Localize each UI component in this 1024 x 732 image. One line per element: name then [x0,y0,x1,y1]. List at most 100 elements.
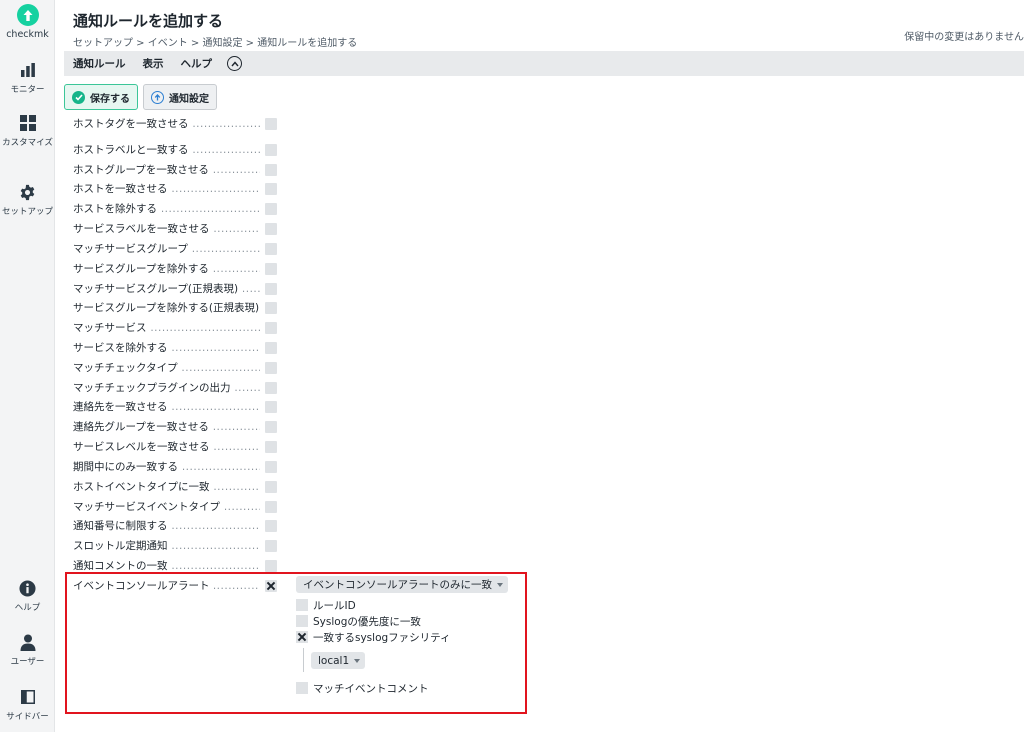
syslog-facility-value: local1 [318,654,350,667]
form-row-checkbox[interactable] [265,540,277,553]
sidebar-item-customize[interactable]: カスタマイズ [0,113,55,149]
form-row-checkbox[interactable] [265,480,277,493]
form-row-label: 期間中にのみ一致する .............................… [73,460,260,473]
form-row: サービスラベルを一致させる ..........................… [64,219,534,239]
notification-settings-label: 通知設定 [169,93,209,105]
form-row-checkbox[interactable] [265,381,277,394]
form-row: マッチサービスグループ ............................… [64,239,534,259]
syslog-facility-checkbox[interactable] [296,631,308,643]
form-row: ホストラベルと一致する ............................… [64,140,534,160]
form-row-checkbox[interactable] [265,361,277,374]
up-arrow-icon [151,90,164,104]
toolbar: 保存する 通知設定 [64,83,222,111]
form-row: ホストグループを一致させる ..........................… [64,160,534,180]
match-event-comment-checkbox[interactable] [296,682,308,694]
form-row-checkbox[interactable] [265,460,277,473]
form-row-label: 通知番号に制限する ..............................… [73,520,260,533]
syslog-facility-select[interactable]: local1 [311,652,366,669]
form-row-checkbox[interactable] [265,401,277,414]
form-row: サービスグループを除外する(正規表現) ....................… [64,298,534,318]
form-row-label: マッチサービスグループ ............................… [73,242,260,255]
form-row-checkbox[interactable] [265,441,277,454]
save-button[interactable]: 保存する [64,84,138,110]
sidebar-item-toggle[interactable]: サイドバー [0,687,55,723]
event-console-checkbox[interactable] [265,580,277,592]
form-row-label: 連絡先グループを一致させる ..........................… [73,421,260,434]
form-row-checkbox[interactable] [265,560,277,573]
event-console-mode-value: イベントコンソールアラートのみに一致 [303,579,492,591]
option-match-event-comment[interactable]: マッチイベントコメント [296,680,429,696]
option-label: ルールID [313,599,356,612]
form-row-label: ホストイベントタイプに一致 ..........................… [73,480,260,493]
grid-icon [0,113,55,133]
form-row-checkbox[interactable] [265,520,277,533]
form-row-checkbox[interactable] [265,282,277,295]
sidebar-item-setup[interactable]: セットアップ [0,182,55,218]
form-row-label: ホストラベルと一致する ............................… [73,143,260,156]
sidebar-toggle-icon [0,687,55,707]
notification-settings-button[interactable]: 通知設定 [143,84,217,110]
menu-notification-rule[interactable]: 通知ルール [73,56,126,71]
save-button-label: 保存する [90,93,130,105]
event-console-mode-select[interactable]: イベントコンソールアラートのみに一致 [296,576,508,593]
sidebar-item-label: ユーザー [10,657,45,667]
form-row-label: マッチサービスグループ(正規表現) ......................… [73,282,260,295]
form-row-checkbox[interactable] [265,421,277,434]
form-row: 通知コメントの一致 ..............................… [64,556,534,576]
form-row-label: マッチサービス ................................… [73,322,260,335]
form-row-checkbox[interactable] [265,118,277,130]
form-row-label: イベントコンソールアラート ..........................… [73,580,260,592]
menu-help[interactable]: ヘルプ [181,56,213,71]
form-row-label: スロットル定期通知 ..............................… [73,540,260,553]
pending-changes-status[interactable]: 保留中の変更はありません [904,28,1024,43]
form-row-label: サービスラベルを一致させる ..........................… [73,223,260,236]
form-row-label: サービスレベルを一致させる ..........................… [73,441,260,454]
page-header: 通知ルールを追加する セットアップ > イベント > 通知設定 > 通知ルールを… [55,0,1024,50]
form-row-label: サービスを除外する ..............................… [73,342,260,355]
collapse-menu-button[interactable] [227,56,242,71]
form-row-checkbox[interactable] [265,143,277,156]
form-row-label: サービスグループを除外する ..........................… [73,262,260,275]
checkmk-logo[interactable]: checkmk [0,4,55,40]
form-row: マッチサービスイベントタイプ .........................… [64,497,534,517]
form-row-checkbox[interactable] [265,500,277,513]
form-row-checkbox[interactable] [265,223,277,236]
sidebar-item-user[interactable]: ユーザー [0,632,55,668]
form-row: ホストを一致させる ..............................… [64,179,534,199]
form-row: 連絡先を一致させる ..............................… [64,397,534,417]
form-row: サービスレベルを一致させる ..........................… [64,437,534,457]
sidebar-item-monitor[interactable]: モニター [0,60,55,96]
option-rule-id[interactable]: ルールID [296,597,356,613]
form-row-checkbox[interactable] [265,203,277,216]
form-row-label: マッチサービスイベントタイプ .........................… [73,500,260,513]
form-row-checkbox[interactable] [265,302,277,315]
page-title: 通知ルールを追加する [73,12,224,30]
form-row-checkbox[interactable] [265,322,277,335]
sidebar-item-label: カスタマイズ [2,138,53,148]
form-row-label: 通知コメントの一致 ..............................… [73,560,260,573]
rule-id-checkbox[interactable] [296,599,308,611]
form-row-label: 連絡先を一致させる ..............................… [73,401,260,414]
option-label: マッチイベントコメント [313,682,429,695]
menu-display[interactable]: 表示 [143,56,164,71]
menu-bar: 通知ルール 表示 ヘルプ [64,51,1024,76]
option-syslog-priority[interactable]: Syslogの優先度に一致 [296,613,421,629]
form-row-checkbox[interactable] [265,183,277,196]
form-row-checkbox[interactable] [265,262,277,275]
form-row: 通知番号に制限する ..............................… [64,516,534,536]
option-label: 一致するsyslogファシリティ [313,631,451,644]
sidebar: checkmk モニター カスタマイズ セットアップ ヘルプ ユーザー サイドバ… [0,0,55,732]
option-syslog-facility[interactable]: 一致するsyslogファシリティ [296,629,451,645]
form-row-label: ホストタグを一致させる ............................… [73,118,260,130]
sidebar-item-label: セットアップ [2,207,54,217]
form-row-checkbox[interactable] [265,342,277,355]
syslog-priority-checkbox[interactable] [296,615,308,627]
form-row-checkbox[interactable] [265,163,277,176]
breadcrumb[interactable]: セットアップ > イベント > 通知設定 > 通知ルールを追加する [73,34,357,49]
option-label: Syslogの優先度に一致 [313,615,421,628]
form-row: サービスグループを除外する ..........................… [64,259,534,279]
sidebar-item-label: サイドバー [6,712,49,722]
form-row-checkbox[interactable] [265,242,277,255]
form-row: マッチサービス ................................… [64,318,534,338]
sidebar-item-help[interactable]: ヘルプ [0,578,55,614]
